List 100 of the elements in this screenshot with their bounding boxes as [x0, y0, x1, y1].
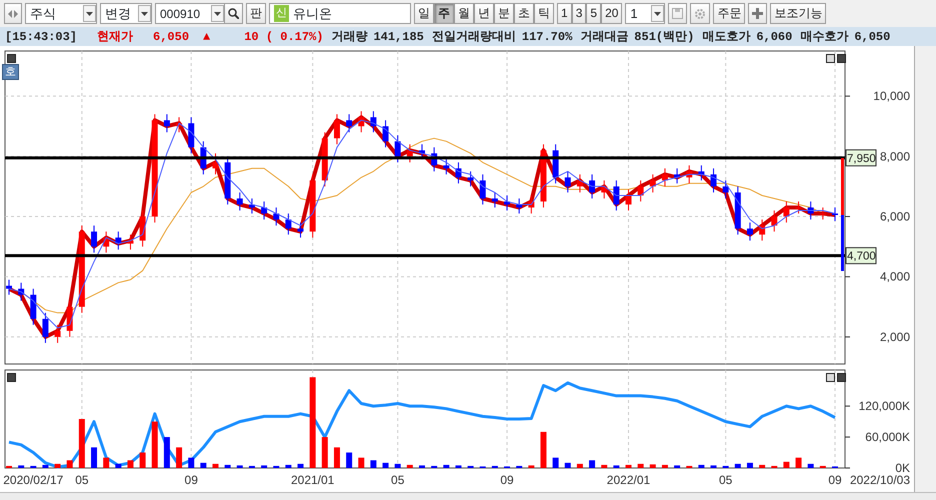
candle	[322, 132, 328, 187]
caret-icon	[138, 5, 151, 22]
date-label: 2022/01	[606, 473, 650, 487]
volume-bar	[455, 465, 462, 468]
volume-bar	[188, 458, 194, 468]
candle	[164, 114, 170, 133]
candle	[455, 162, 462, 184]
candle	[382, 120, 389, 148]
candle	[188, 116, 194, 154]
candle	[552, 144, 559, 184]
date-label: 09	[184, 473, 198, 487]
candle	[759, 219, 766, 242]
volume-bar	[103, 458, 110, 468]
candle	[783, 200, 790, 224]
candle	[406, 144, 413, 163]
candle	[370, 110, 376, 133]
period-tab[interactable]: 주	[434, 3, 454, 24]
volume-bar	[176, 447, 182, 468]
period-tab[interactable]: 틱	[534, 3, 554, 24]
period-tab[interactable]: 일	[414, 3, 434, 24]
candle	[18, 282, 24, 302]
volume-bar	[492, 466, 498, 468]
volume-bar	[346, 452, 352, 468]
current-price: 6,050	[153, 28, 190, 46]
volume-bar	[431, 466, 438, 468]
save-icon[interactable]	[668, 3, 688, 24]
quote-button[interactable]: 호	[2, 64, 19, 80]
stat-label: 거래대금	[580, 28, 628, 46]
candle	[528, 194, 534, 214]
stat-value: 851(백만)	[634, 28, 694, 46]
candle	[54, 324, 61, 344]
candle	[638, 180, 644, 202]
new-badge: 신	[274, 5, 289, 22]
candle	[103, 231, 110, 254]
stock-name-field[interactable]: 신 유니온	[269, 3, 411, 24]
interval-button[interactable]: 1	[557, 3, 572, 24]
volume-bar	[468, 466, 474, 468]
stat-value: 6,050	[854, 28, 890, 46]
candle	[261, 200, 268, 220]
candle	[492, 192, 498, 208]
code-field[interactable]: 000910	[155, 3, 225, 24]
period-tab[interactable]: 월	[454, 3, 474, 24]
volume-bar	[394, 464, 401, 468]
candle	[200, 140, 206, 175]
volume-bar	[796, 458, 802, 468]
candle	[394, 134, 401, 163]
volume-bar	[224, 464, 231, 468]
board-button[interactable]: 판	[246, 3, 266, 24]
axis-label: 0K	[895, 461, 910, 475]
candle	[358, 110, 364, 133]
period-tab[interactable]: 년	[474, 3, 494, 24]
candle	[722, 180, 729, 199]
candle	[589, 174, 596, 199]
mode-dropdown[interactable]: 변경	[100, 3, 152, 24]
volume-bar	[613, 465, 620, 468]
candle	[91, 225, 98, 254]
volume-bar	[115, 464, 122, 468]
stat-label: 전일거래량대비	[432, 28, 516, 46]
minimize-icon[interactable]	[826, 54, 835, 63]
interval-button[interactable]: 5	[586, 3, 602, 24]
volume-bar	[54, 464, 61, 468]
candle	[310, 174, 316, 238]
price-line: 7,950	[5, 149, 876, 166]
plus-icon[interactable]	[748, 3, 768, 24]
volume-bar	[42, 464, 48, 468]
volume-bar	[759, 464, 766, 468]
market-dropdown[interactable]: 주식	[25, 3, 97, 24]
search-icon[interactable]	[224, 3, 243, 24]
candle	[115, 231, 122, 250]
candle	[346, 114, 352, 133]
settings-icon[interactable]	[690, 3, 710, 24]
interval-button[interactable]: 20	[601, 3, 622, 24]
volume-bar	[650, 464, 656, 468]
candle	[832, 207, 838, 222]
volume-bar	[91, 447, 98, 468]
minimize-icon[interactable]	[826, 373, 835, 382]
order-button[interactable]: 주문	[713, 3, 746, 24]
volume-bar	[674, 465, 680, 468]
candle	[176, 116, 182, 133]
volume-bar	[601, 464, 608, 468]
candle	[796, 200, 802, 214]
candle	[431, 146, 438, 172]
axis-label: 10,000	[873, 89, 910, 104]
period-tab[interactable]: 분	[494, 3, 514, 24]
volume-bar	[820, 466, 826, 468]
volume-bar	[516, 466, 522, 468]
aux-functions-button[interactable]: 보조기능	[770, 3, 826, 24]
candle	[334, 114, 340, 145]
candle	[746, 222, 753, 242]
count-field[interactable]: 1	[625, 3, 666, 24]
volume-bar	[638, 464, 644, 468]
interval-button[interactable]: 3	[572, 3, 586, 24]
date-label: 2020/02/17	[3, 473, 64, 487]
scroll-arrows-icon[interactable]	[4, 3, 22, 24]
volume-bar	[261, 465, 268, 468]
period-tab[interactable]: 초	[514, 3, 534, 24]
candle	[564, 170, 571, 193]
date-label: 09	[500, 473, 514, 487]
ref-line-label: 4,700	[847, 250, 876, 263]
current-price-label: 현재가	[97, 28, 134, 46]
